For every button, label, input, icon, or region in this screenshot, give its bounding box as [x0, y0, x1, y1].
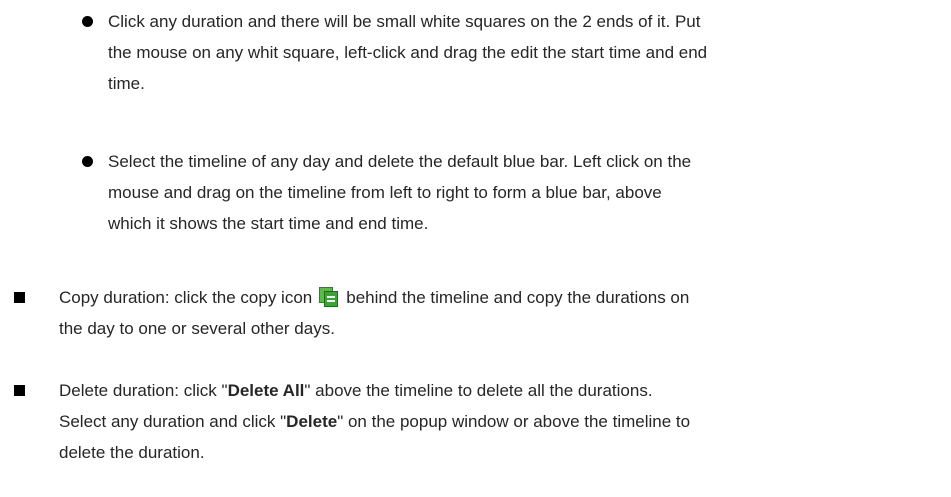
text-line: the mouse on any whit square, left-click…: [108, 43, 708, 62]
text-line: Select any duration and click "Delete" o…: [59, 406, 946, 437]
bullet-copy-duration: Copy duration: click the copy icon behind…: [14, 282, 946, 344]
delete-line-1-part-1: Delete duration: click ": [59, 381, 228, 400]
text-line: the day to one or several other days.: [14, 313, 946, 344]
bullet-square-icon: [14, 385, 25, 396]
text-line: which it shows the start time and end ti…: [108, 214, 429, 233]
copy-duration-text-before-icon: Copy duration: click the copy icon: [59, 288, 313, 307]
text-line: Select the timeline of any day and delet…: [108, 152, 692, 171]
text-line: mouse and drag on the timeline from left…: [108, 183, 662, 202]
text-line: delete the duration.: [59, 443, 205, 462]
copy-duration-line-2: the day to one or several other days.: [59, 319, 335, 338]
copy-icon-front-sheet: [324, 291, 339, 307]
text-line: Copy duration: click the copy icon behind…: [59, 282, 946, 313]
bullet-square-icon: [14, 292, 25, 303]
bullet-dot-icon: [82, 156, 93, 167]
copy-icon: [318, 286, 339, 307]
text-line: Click any duration and there will be sma…: [108, 12, 701, 31]
delete-line-2-part-1: Select any duration and click ": [59, 412, 287, 431]
delete-label: Delete: [286, 412, 338, 431]
sub-bullet-draw-duration: Select the timeline of any day and delet…: [82, 146, 946, 239]
copy-duration-text-after-icon: behind the timeline and copy the duratio…: [346, 288, 690, 307]
sub-bullet-edit-duration: Click any duration and there will be sma…: [82, 6, 946, 99]
text-line: time.: [108, 74, 145, 93]
document-page: Click any duration and there will be sma…: [0, 0, 951, 497]
text-line: Delete duration: click "Delete All" abov…: [59, 375, 946, 406]
delete-line-1-part-2: " above the timeline to delete all the d…: [304, 381, 653, 400]
delete-all-label: Delete All: [227, 381, 305, 400]
delete-line-2-part-2: " on the popup window or above the timel…: [337, 412, 691, 431]
bullet-delete-duration: Delete duration: click "Delete All" abov…: [14, 375, 946, 468]
bullet-dot-icon: [82, 16, 93, 27]
